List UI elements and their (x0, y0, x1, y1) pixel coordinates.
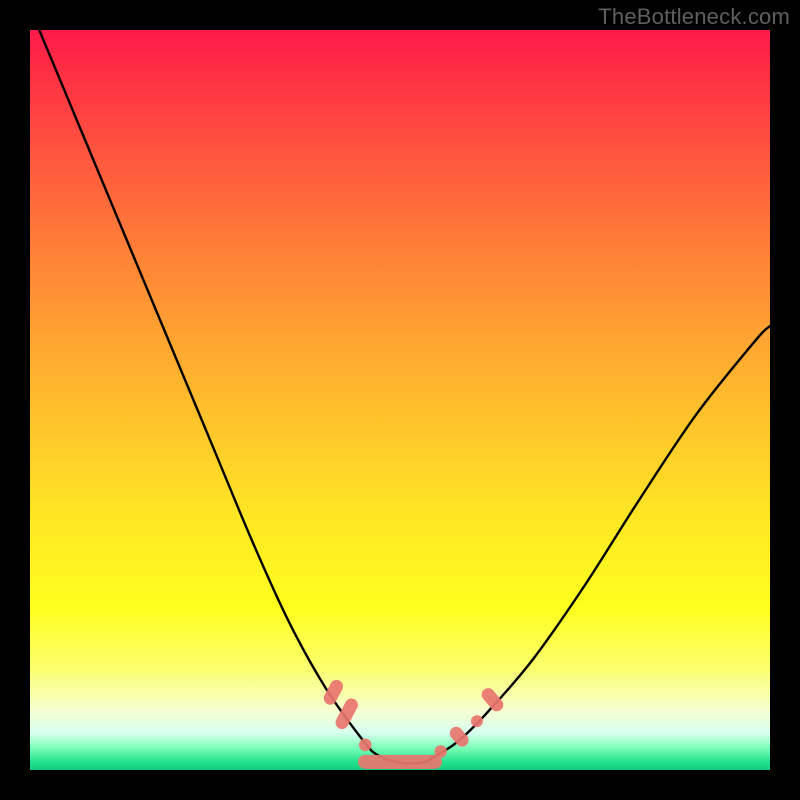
marker-6 (471, 715, 483, 727)
marker-7 (479, 685, 506, 714)
marker-4 (434, 745, 447, 758)
bottleneck-path (30, 8, 770, 764)
marker-0 (321, 678, 345, 707)
marker-2 (359, 739, 372, 752)
bottleneck-curve (30, 8, 770, 764)
marker-1 (333, 696, 360, 731)
plot-area (30, 30, 770, 770)
watermark-text: TheBottleneck.com (598, 4, 790, 30)
marker-3 (358, 755, 442, 769)
outer-frame: TheBottleneck.com (0, 0, 800, 800)
curve-svg (30, 30, 770, 770)
